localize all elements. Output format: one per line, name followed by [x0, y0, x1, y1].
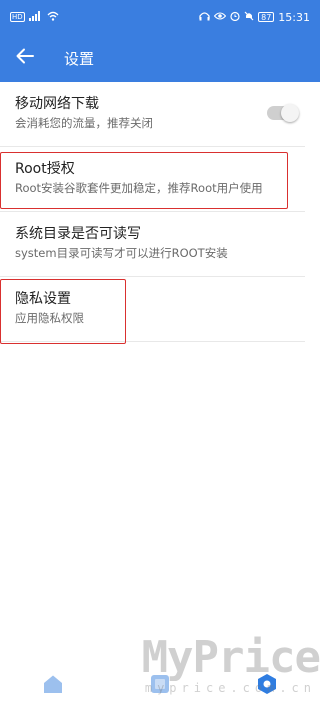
- watermark-main: MyPrice: [141, 632, 320, 683]
- watermark-sub: myprice.com.cn: [144, 681, 316, 695]
- wifi-icon: [47, 11, 59, 24]
- headphones-icon: [199, 11, 210, 24]
- status-left: HD: [10, 10, 59, 24]
- mobile-download-toggle[interactable]: [267, 104, 299, 122]
- back-button[interactable]: [0, 34, 50, 82]
- highlight-box-root: [0, 152, 288, 209]
- battery-indicator: 87: [258, 12, 275, 22]
- setting-title: 系统目录是否可读写: [15, 226, 141, 242]
- mute-bell-icon: [244, 11, 254, 24]
- app-bar: 设置: [0, 34, 320, 82]
- signal-icon: [28, 10, 43, 24]
- watermark: MyPrice myprice.com.cn: [140, 632, 320, 695]
- setting-mobile-download[interactable]: 移动网络下载 会消耗您的流量，推荐关闭: [0, 82, 305, 147]
- setting-system-dir-rw[interactable]: 系统目录是否可读写 system目录可读写才可以进行ROOT安装: [0, 212, 305, 277]
- hd-badge: HD: [10, 12, 25, 22]
- toggle-knob: [281, 104, 299, 122]
- nav-home[interactable]: [28, 666, 78, 706]
- status-right: 87 15:31: [199, 11, 310, 24]
- page-title: 设置: [64, 49, 95, 68]
- status-bar: HD 87 15:31: [0, 0, 320, 34]
- arrow-left-icon: [16, 48, 34, 68]
- home-icon: [42, 674, 64, 698]
- alarm-icon: [230, 11, 240, 24]
- setting-title: 移动网络下载: [15, 96, 99, 112]
- setting-subtitle: system目录可读写才可以进行ROOT安装: [15, 246, 228, 260]
- setting-subtitle: 会消耗您的流量，推荐关闭: [15, 116, 153, 130]
- status-time: 15:31: [278, 10, 310, 24]
- highlight-box-privacy: [0, 279, 126, 344]
- eye-icon: [213, 11, 227, 24]
